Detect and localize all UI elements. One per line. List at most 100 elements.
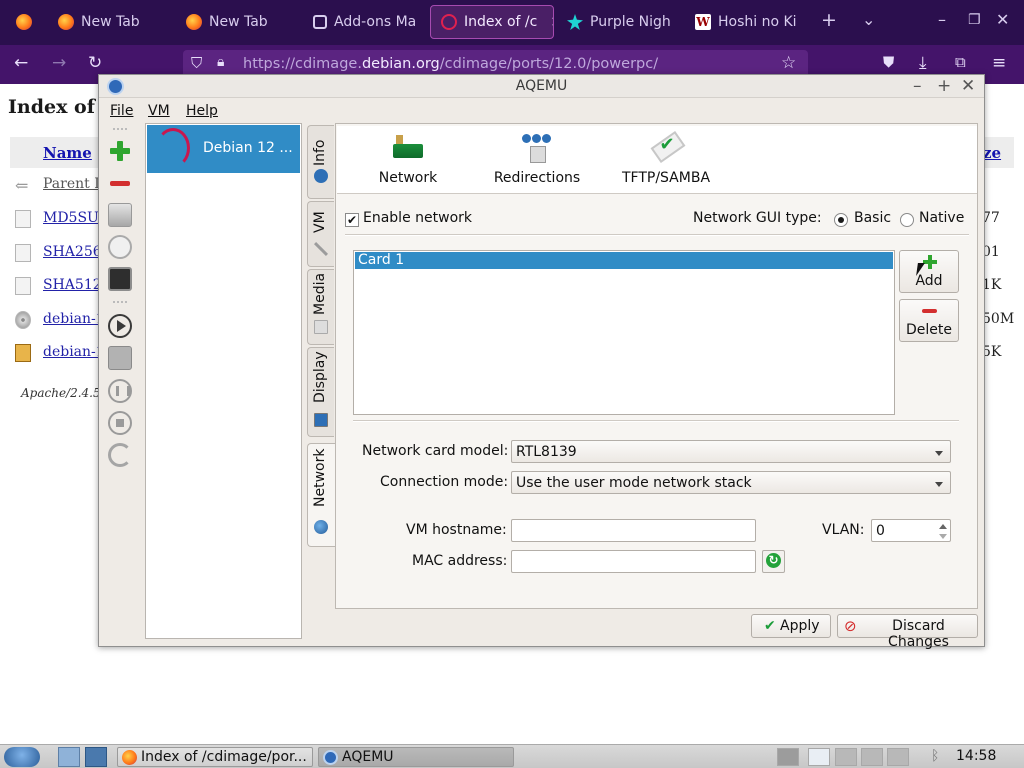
file-link[interactable]: MD5SU [43, 210, 99, 226]
workspace-5-icon[interactable] [887, 748, 909, 766]
file-link[interactable]: debian-1 [43, 311, 105, 327]
file-link[interactable]: SHA512 [43, 277, 102, 293]
clock-icon[interactable] [108, 235, 132, 259]
close-tab-icon[interactable]: ✕ [550, 13, 553, 31]
spin-down-icon[interactable] [939, 534, 947, 539]
minimize-icon[interactable]: – [938, 10, 946, 29]
network-cards-list[interactable]: Card 1 [353, 250, 895, 415]
subtab-redirections[interactable]: Redirections [475, 126, 599, 193]
list-tabs-chevron-icon[interactable]: ⌄ [862, 10, 875, 29]
save-icon[interactable] [108, 346, 132, 370]
terminal-icon[interactable] [108, 267, 132, 291]
native-radio[interactable] [900, 213, 914, 227]
tab-label: New Tab [81, 14, 140, 30]
tab-addons[interactable]: Add-ons Ma [303, 5, 427, 39]
file-link[interactable]: debian-1 [43, 344, 105, 360]
package-icon [15, 344, 31, 362]
clock[interactable]: 14:58 [956, 748, 996, 768]
bookmark-star-icon[interactable]: ☆ [781, 53, 796, 73]
tab-media[interactable]: Media [307, 269, 334, 345]
tab-new-tab-2[interactable]: New Tab [176, 5, 300, 39]
back-arrow-icon[interactable]: ← [14, 53, 28, 73]
close-icon[interactable]: ✕ [961, 76, 975, 96]
menu-help[interactable]: Help [186, 103, 218, 119]
tab-new-tab-1[interactable]: New Tab [48, 5, 172, 39]
vlan-spinbox[interactable]: 0 [871, 519, 951, 542]
desktop-icon[interactable] [85, 747, 107, 767]
tab-label: Purple Nigh [590, 14, 671, 30]
tab-display[interactable]: Display [307, 347, 334, 437]
list-item[interactable]: Card 1 [355, 252, 893, 269]
play-icon[interactable] [108, 314, 132, 338]
menu-file[interactable]: File [110, 103, 133, 119]
tab-index-of[interactable]: Index of /c ✕ [430, 5, 554, 39]
enable-network-label[interactable]: Enable network [363, 210, 472, 226]
stop-icon[interactable] [108, 411, 132, 435]
task-browser[interactable]: Index of /cdimage/por... [117, 747, 313, 767]
task-aqemu[interactable]: AQEMU [318, 747, 514, 767]
reset-icon[interactable] [108, 443, 132, 467]
restore-icon[interactable]: ❐ [968, 12, 981, 28]
tab-hoshi[interactable]: W Hoshi no Ki [685, 5, 809, 39]
file-link[interactable]: SHA256 [43, 244, 102, 260]
discard-changes-button[interactable]: ⊘ Discard Changes [837, 614, 978, 650]
pocket-icon[interactable]: ⛊ [883, 53, 894, 71]
close-icon[interactable]: ✕ [996, 10, 1009, 29]
hostname-input[interactable] [511, 519, 756, 542]
shield-icon[interactable]: ⛉ [191, 54, 202, 72]
mac-address-label: MAC address: [412, 553, 508, 569]
native-radio-label[interactable]: Native [919, 210, 964, 226]
card-model-select[interactable]: RTL8139 [511, 440, 951, 463]
vm-list[interactable]: Debian 12 ... [145, 123, 302, 639]
tab-info[interactable]: Info [307, 125, 334, 199]
delete-card-button[interactable]: Delete [899, 299, 959, 342]
lock-icon[interactable]: 🔒︎ [217, 54, 224, 70]
window-titlebar[interactable]: AQEMU – + ✕ [99, 75, 984, 98]
tab-network[interactable]: Network [307, 443, 336, 547]
basic-radio[interactable] [834, 213, 848, 227]
server-signature: Apache/2.4.58 [21, 386, 109, 400]
delete-vm-icon[interactable] [108, 171, 132, 195]
tab-vm[interactable]: VM [307, 201, 334, 267]
toolbar-separator [113, 128, 127, 130]
connection-mode-select[interactable]: Use the user mode network stack [511, 471, 951, 494]
firefox-menu-tab[interactable] [6, 5, 42, 39]
size-column-link[interactable]: ze [983, 144, 1001, 162]
extensions-icon[interactable]: ⧉ [955, 53, 966, 71]
workspace-3-icon[interactable] [835, 748, 857, 766]
url-text[interactable]: https://cdimage.debian.org/cdimage/ports… [243, 56, 658, 72]
enable-network-checkbox[interactable]: ✔ [345, 213, 359, 227]
minimize-icon[interactable]: – [913, 76, 922, 96]
file-manager-icon[interactable] [58, 747, 80, 767]
hamburger-menu-icon[interactable]: ≡ [992, 53, 1006, 73]
workspace-4-icon[interactable] [861, 748, 883, 766]
file-link[interactable]: Parent D [43, 176, 105, 192]
workspace-1-icon[interactable] [777, 748, 799, 766]
mac-address-input[interactable] [511, 550, 756, 573]
reload-icon[interactable]: ↻ [88, 53, 102, 73]
tab-purple-night[interactable]: Purple Nigh [557, 5, 681, 39]
start-menu-icon[interactable] [4, 747, 40, 767]
tools-icon [314, 242, 328, 256]
pause-icon[interactable] [108, 379, 132, 403]
list-item[interactable]: Debian 12 ... [147, 125, 300, 173]
download-icon[interactable]: ⤓ [919, 53, 927, 73]
generate-mac-refresh-icon[interactable] [762, 550, 785, 573]
name-column-link[interactable]: Name [43, 144, 92, 162]
subtab-network[interactable]: Network [341, 126, 475, 193]
spin-up-icon[interactable] [939, 524, 947, 529]
maximize-icon[interactable]: + [937, 76, 951, 96]
add-vm-icon[interactable] [108, 139, 132, 163]
debian-logo-icon [156, 128, 190, 168]
menu-vm[interactable]: VM [148, 103, 170, 119]
forward-arrow-icon[interactable]: → [52, 53, 66, 73]
remove-icon [922, 309, 937, 313]
basic-radio-label[interactable]: Basic [854, 210, 891, 226]
bluetooth-icon[interactable]: ᛒ [931, 748, 939, 768]
add-card-button[interactable]: Add [899, 250, 959, 293]
apply-button[interactable]: ✔ Apply [751, 614, 831, 638]
new-tab-plus-icon[interactable]: + [821, 9, 837, 31]
subtab-tftp-samba[interactable]: TFTP/SAMBA [599, 126, 733, 193]
drive-icon[interactable] [108, 203, 132, 227]
workspace-2-icon[interactable] [808, 748, 830, 766]
